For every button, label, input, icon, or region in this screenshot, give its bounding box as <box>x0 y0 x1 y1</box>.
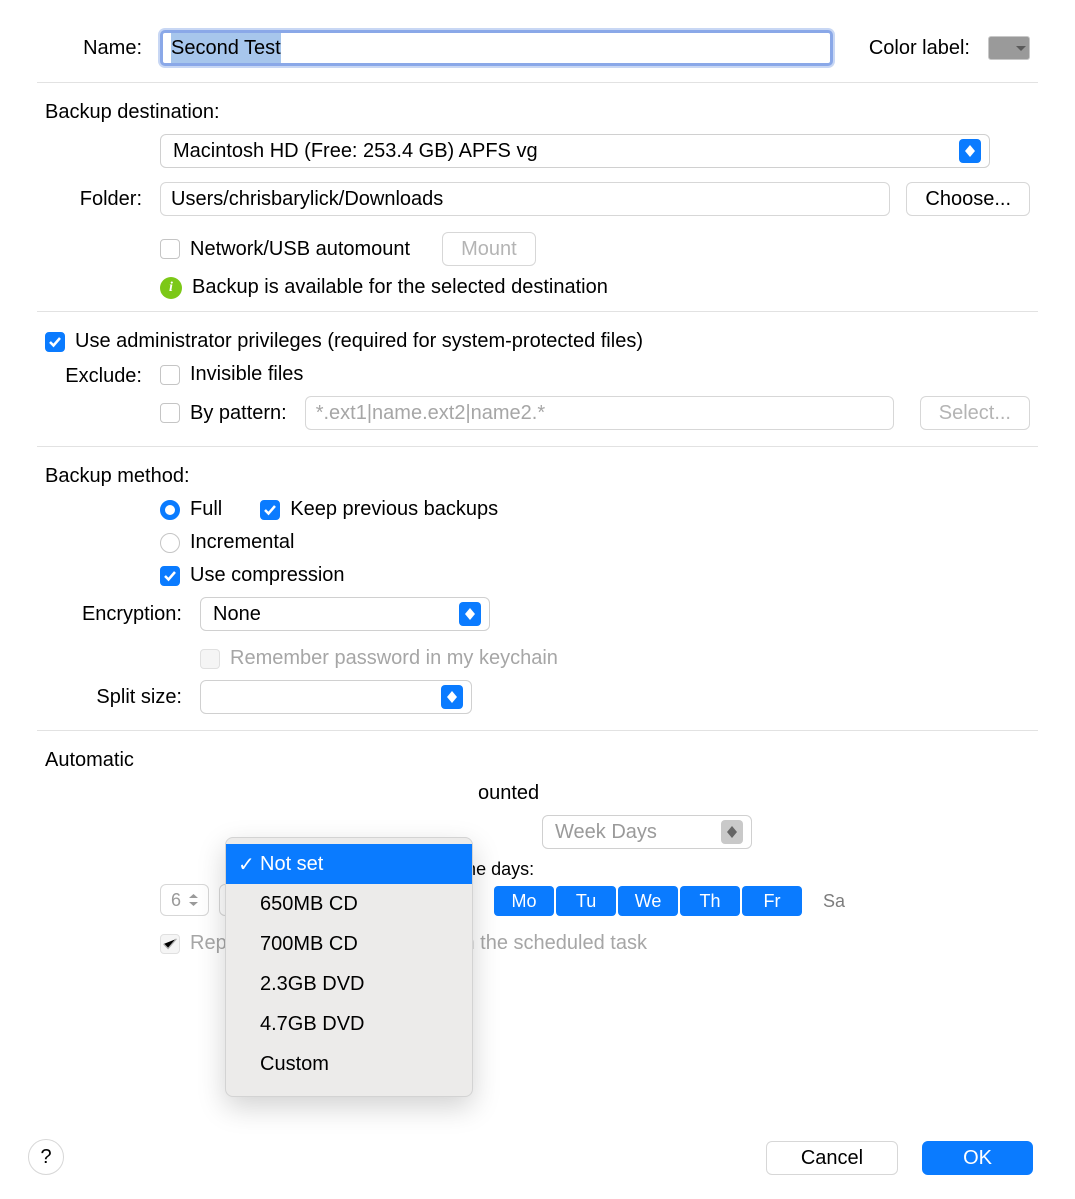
pattern-field[interactable]: *.ext1|name.ext2|name2.* <box>305 396 894 430</box>
updown-stepper-icon <box>721 820 743 844</box>
mounted-fragment: ounted <box>478 782 539 805</box>
automount-label: Network/USB automount <box>190 238 410 261</box>
updown-stepper-icon <box>441 685 463 709</box>
folder-path-field[interactable]: Users/chrisbarylick/Downloads <box>160 182 890 216</box>
exclude-bypattern-label: By pattern: <box>190 402 287 425</box>
divider <box>37 82 1038 83</box>
day-toggle[interactable]: Tu <box>556 886 616 916</box>
exclude-label: Exclude: <box>45 363 160 388</box>
ok-button[interactable]: OK <box>922 1141 1033 1175</box>
split-size-option[interactable]: 700MB CD <box>226 924 472 964</box>
day-toggle[interactable]: Mo <box>494 886 554 916</box>
split-size-menu[interactable]: Not set650MB CD700MB CD2.3GB DVD4.7GB DV… <box>225 837 473 1097</box>
split-size-option[interactable]: 4.7GB DVD <box>226 1004 472 1044</box>
cancel-button[interactable]: Cancel <box>766 1141 898 1175</box>
select-pattern-button[interactable]: Select... <box>920 396 1030 430</box>
method-incremental-radio[interactable] <box>160 533 180 553</box>
destination-status: Backup is available for the selected des… <box>192 276 608 299</box>
split-size-option[interactable]: 2.3GB DVD <box>226 964 472 1004</box>
destination-volume-popup[interactable]: Macintosh HD (Free: 253.4 GB) APFS vg <box>160 134 990 168</box>
keep-previous-label: Keep previous backups <box>290 498 498 521</box>
weekdays-popup[interactable]: Week Days <box>542 815 752 849</box>
hour-stepper[interactable]: 6 <box>160 884 209 916</box>
repeat-checkbox <box>160 934 180 954</box>
split-size-label: Split size: <box>45 686 200 709</box>
updown-stepper-icon <box>459 602 481 626</box>
encryption-popup[interactable]: None <box>200 597 490 631</box>
day-toggle[interactable]: Th <box>680 886 740 916</box>
day-toggle[interactable]: We <box>618 886 678 916</box>
info-icon: i <box>160 277 182 299</box>
color-label-swatch[interactable] <box>988 36 1030 60</box>
day-toggle[interactable]: Fr <box>742 886 802 916</box>
remember-password-label: Remember password in my keychain <box>230 647 558 670</box>
automount-checkbox[interactable] <box>160 239 180 259</box>
help-button[interactable]: ? <box>28 1139 64 1175</box>
exclude-bypattern-checkbox[interactable] <box>160 403 180 423</box>
remember-password-checkbox <box>200 649 220 669</box>
backup-destination-heading: Backup destination: <box>45 101 1030 124</box>
admin-priv-label: Use administrator privileges (required f… <box>75 330 643 353</box>
name-label: Name: <box>45 37 160 60</box>
split-size-popup[interactable] <box>200 680 472 714</box>
method-incremental-label: Incremental <box>190 531 295 554</box>
split-size-option[interactable]: 650MB CD <box>226 884 472 924</box>
updown-stepper-icon <box>959 139 981 163</box>
divider <box>37 446 1038 447</box>
folder-label: Folder: <box>45 188 160 211</box>
divider <box>37 730 1038 731</box>
split-size-option[interactable]: Custom <box>226 1044 472 1084</box>
backup-method-heading: Backup method: <box>45 465 1030 488</box>
encryption-label: Encryption: <box>45 603 200 626</box>
choose-button[interactable]: Choose... <box>906 182 1030 216</box>
automatic-heading: Automatic <box>45 749 1030 772</box>
exclude-invisible-label: Invisible files <box>190 363 303 386</box>
admin-priv-checkbox[interactable] <box>45 332 65 352</box>
split-size-option[interactable]: Not set <box>226 844 472 884</box>
compression-checkbox[interactable] <box>160 566 180 586</box>
compression-label: Use compression <box>190 564 345 587</box>
color-label: Color label: <box>869 37 970 60</box>
chevron-down-icon <box>1016 44 1026 52</box>
method-full-label: Full <box>190 498 222 521</box>
divider <box>37 311 1038 312</box>
mount-button[interactable]: Mount <box>442 232 536 266</box>
exclude-invisible-checkbox[interactable] <box>160 365 180 385</box>
days-row: SuMoTuWeThFrSa <box>432 886 864 916</box>
keep-previous-checkbox[interactable] <box>260 500 280 520</box>
day-toggle[interactable]: Sa <box>804 886 864 916</box>
on-days-label: On the days: <box>432 859 864 880</box>
name-input[interactable]: Second Test <box>160 30 833 66</box>
method-full-radio[interactable] <box>160 500 180 520</box>
